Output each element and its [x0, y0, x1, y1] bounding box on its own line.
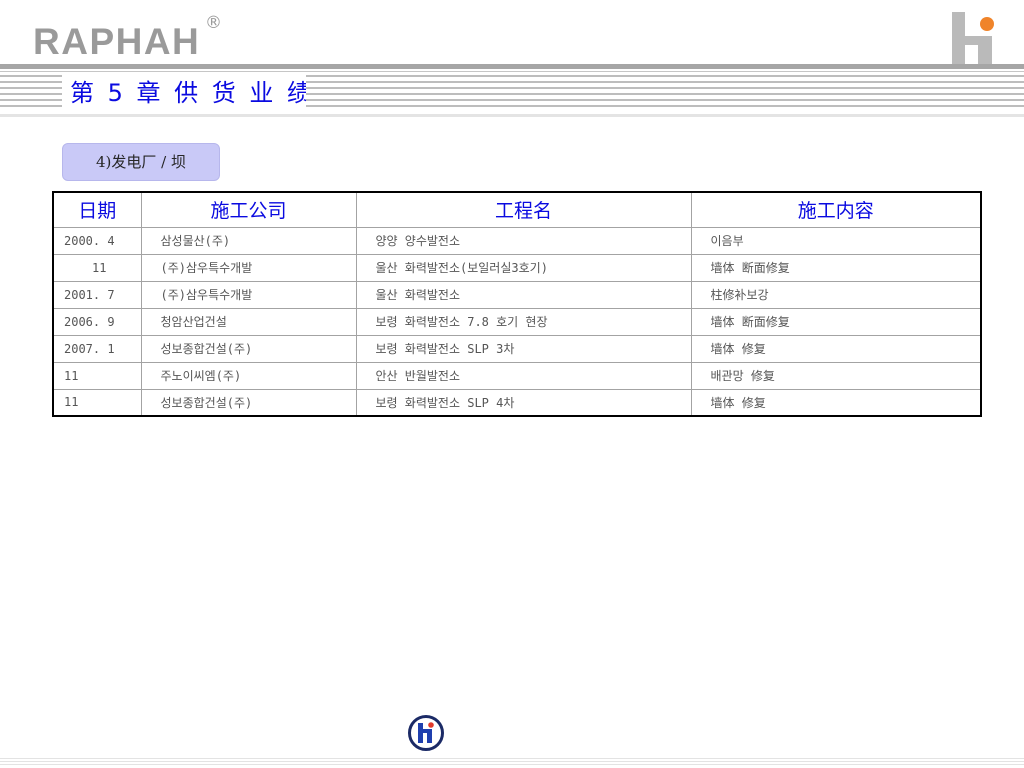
- table-row: 11 성보종합건설(주) 보령 화력발전소 SLP 4차 墙体 修复: [52, 388, 982, 417]
- footer-rule: [0, 758, 1024, 766]
- table-cell-project: 안산 반월발전소: [355, 361, 692, 390]
- table-body: 2000. 4 삼성물산(주) 양양 양수발전소 이음부 11 (주)삼우특수개…: [52, 226, 982, 417]
- brand-wordmark: RAPHAH: [33, 21, 201, 62]
- column-header-project: 工程名: [355, 191, 692, 228]
- table-cell-work: 墙体 断面修复: [690, 253, 982, 282]
- table-cell-date: 11: [52, 388, 142, 417]
- column-header-company: 施工公司: [140, 191, 357, 228]
- table-cell-project: 양양 양수발전소: [355, 226, 692, 255]
- column-header-date: 日期: [52, 191, 142, 228]
- table-cell-company: (주)삼우특수개발: [140, 280, 357, 309]
- table-cell-date: 2007. 1: [52, 334, 142, 363]
- table-cell-company: 성보종합건설(주): [140, 334, 357, 363]
- header-stripe-light: [0, 114, 1024, 117]
- table-cell-work: 이음부: [690, 226, 982, 255]
- table-cell-company: 삼성물산(주): [140, 226, 357, 255]
- table-cell-work: 墙体 修复: [690, 334, 982, 363]
- table-row: 2006. 9 청암산업건설 보령 화력발전소 7.8 호기 현장 墙体 断面修…: [52, 307, 982, 336]
- table-row: 2001. 7 (주)삼우특수개발 울산 화력발전소 柱修补보강: [52, 280, 982, 309]
- column-header-work: 施工内容: [690, 191, 982, 228]
- registered-mark: ®: [205, 13, 222, 33]
- table-cell-work: 柱修补보강: [690, 280, 982, 309]
- table-cell-company: 성보종합건설(주): [140, 388, 357, 417]
- table-cell-company: 주노이씨엠(주): [140, 361, 357, 390]
- page-title: 第 5 章 供 货 业 绩: [62, 73, 306, 113]
- hi-emblem-icon: [408, 715, 444, 751]
- table-cell-work: 墙体 断面修复: [690, 307, 982, 336]
- table-cell-project: 울산 화력발전소(보일러실3호기): [355, 253, 692, 282]
- performance-table: 日期 施工公司 工程名 施工内容 2000. 4 삼성물산(주) 양양 양수발전…: [52, 191, 982, 417]
- table-header: 日期 施工公司 工程名 施工内容: [52, 191, 982, 228]
- table-cell-date: 11: [52, 361, 142, 390]
- section-tab: 4)发电厂 / 坝: [62, 143, 220, 181]
- table-cell-date: 2006. 9: [52, 307, 142, 336]
- header-rule: [0, 64, 1024, 69]
- table-cell-project: 보령 화력발전소 SLP 3차: [355, 334, 692, 363]
- table-row: 11 (주)삼우특수개발 울산 화력발전소(보일러실3호기) 墙体 断面修复: [52, 253, 982, 282]
- table-cell-work: 배관망 修复: [690, 361, 982, 390]
- table-row: 11 주노이씨엠(주) 안산 반월발전소 배관망 修复: [52, 361, 982, 390]
- table-header-row: 日期 施工公司 工程名 施工内容: [52, 191, 982, 228]
- table-cell-company: (주)삼우특수개발: [140, 253, 357, 282]
- table-cell-work: 墙体 修复: [690, 388, 982, 417]
- hi-logo-icon: [952, 12, 994, 66]
- slide: RAPHAH ® 第 5 章 供 货 业 绩 4)发电厂 / 坝 日期 施工公司…: [0, 0, 1024, 768]
- table-cell-date: 11: [52, 253, 142, 282]
- table-row: 2000. 4 삼성물산(주) 양양 양수발전소 이음부: [52, 226, 982, 255]
- table-cell-project: 보령 화력발전소 SLP 4차: [355, 388, 692, 417]
- table-cell-date: 2000. 4: [52, 226, 142, 255]
- table-cell-project: 울산 화력발전소: [355, 280, 692, 309]
- table-cell-date: 2001. 7: [52, 280, 142, 309]
- table-cell-project: 보령 화력발전소 7.8 호기 현장: [355, 307, 692, 336]
- table-row: 2007. 1 성보종합건설(주) 보령 화력발전소 SLP 3차 墙体 修复: [52, 334, 982, 363]
- table-cell-company: 청암산업건설: [140, 307, 357, 336]
- header-rule-thin: [0, 71, 1024, 72]
